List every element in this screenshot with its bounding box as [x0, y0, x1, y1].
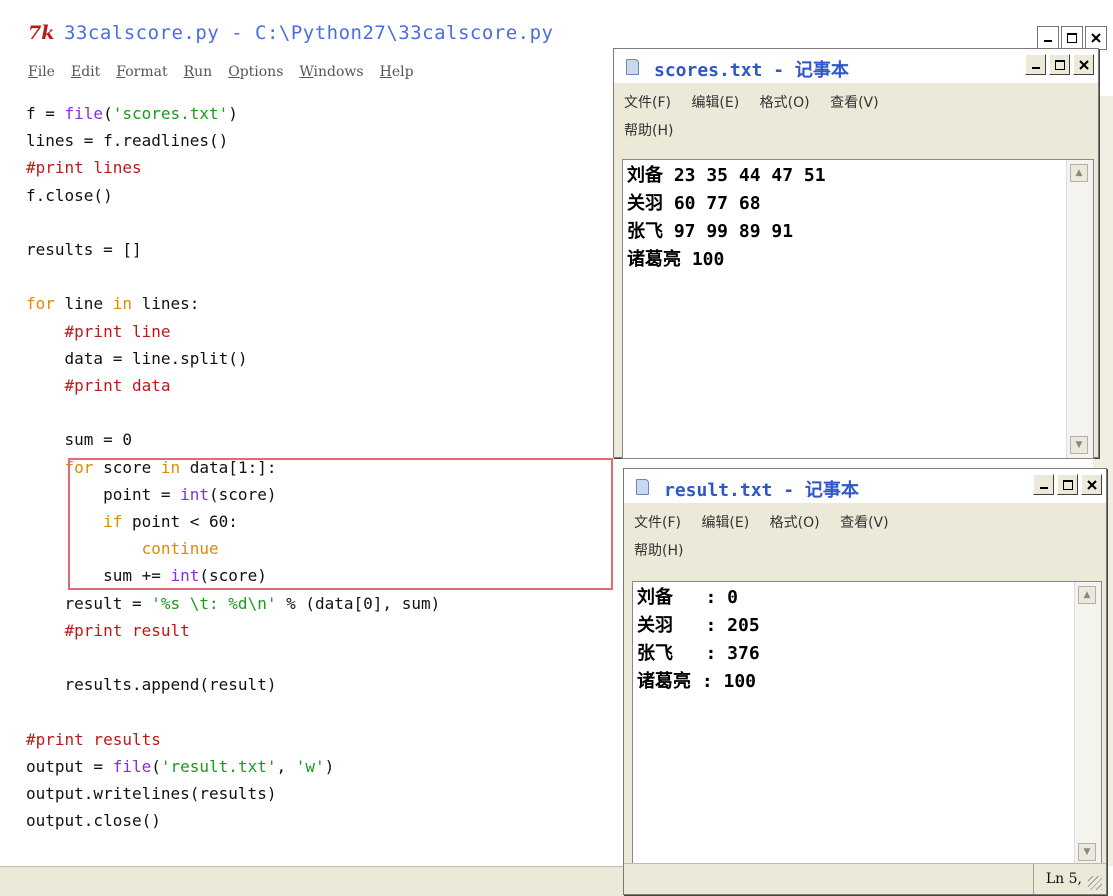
code-line: output.writelines(results) [26, 784, 277, 804]
notepad-icon [636, 479, 649, 495]
close-icon[interactable] [1081, 474, 1102, 495]
text-line: 关羽 : 205 [637, 615, 760, 636]
result-status-bar: Ln 5, [624, 863, 1106, 894]
scores-title-bar[interactable]: scores.txt - 记事本 [614, 49, 1098, 83]
code-line: #print line [64, 321, 171, 341]
maximize-icon[interactable] [1049, 54, 1070, 75]
menu-help[interactable]: Help [380, 64, 414, 90]
code-line: #print result [64, 620, 190, 640]
menu-file[interactable]: 文件(F) [634, 515, 681, 531]
scroll-up-icon[interactable]: ▲ [1078, 586, 1096, 604]
idle-app-icon: 7k [28, 22, 55, 44]
menu-help[interactable]: 帮助(H) [624, 123, 673, 139]
menu-view[interactable]: 查看(V) [830, 95, 879, 111]
scores-notepad-window: scores.txt - 记事本 文件(F) 编辑(E) 格式(O) 查看(V)… [613, 48, 1099, 459]
resize-grip-icon[interactable] [1088, 876, 1102, 890]
scroll-up-icon[interactable]: ▲ [1070, 164, 1088, 182]
cursor-position: Ln 5, [1032, 864, 1082, 894]
close-icon[interactable] [1073, 54, 1094, 75]
code-line: f = file('scores.txt') [26, 104, 238, 123]
highlight-box [68, 458, 613, 590]
scroll-down-icon[interactable]: ▼ [1078, 843, 1096, 861]
maximize-icon[interactable] [1057, 474, 1078, 495]
result-title-bar[interactable]: result.txt - 记事本 [624, 469, 1106, 503]
idle-menu-bar: File Edit Format Run Options Windows Hel… [28, 64, 430, 90]
text-line: 刘备 : 0 [637, 587, 739, 608]
menu-format[interactable]: Format [116, 64, 167, 90]
code-line: output = file('result.txt', 'w') [26, 756, 335, 776]
vertical-scrollbar[interactable]: ▲ ▼ [1074, 582, 1101, 865]
code-line: sum = 0 [26, 430, 132, 450]
menu-run[interactable]: Run [184, 64, 213, 90]
result-window-title: result.txt - 记事本 [664, 480, 859, 501]
idle-window-controls [1035, 26, 1107, 50]
text-line: 诸葛亮 100 [627, 249, 725, 270]
code-line: results.append(result) [26, 675, 277, 695]
code-line: #print lines [26, 158, 142, 178]
scores-menu-bar: 文件(F) 编辑(E) 格式(O) 查看(V) 帮助(H) [624, 89, 1088, 145]
menu-format[interactable]: 格式(O) [770, 515, 820, 531]
code-line: for line in lines: [26, 294, 200, 314]
result-menu-bar: 文件(F) 编辑(E) 格式(O) 查看(V) 帮助(H) [634, 509, 1096, 565]
idle-status-bar [0, 866, 630, 896]
text-line: 关羽 60 77 68 [627, 193, 761, 214]
text-line: 刘备 23 35 44 47 51 [627, 165, 826, 186]
text-line: 张飞 : 376 [637, 643, 760, 664]
minimize-icon[interactable] [1025, 54, 1046, 75]
result-window-controls [1030, 474, 1102, 495]
minimize-icon[interactable] [1037, 26, 1059, 50]
maximize-icon[interactable] [1061, 26, 1083, 50]
menu-edit[interactable]: 编辑(E) [691, 95, 739, 111]
code-line: lines = f.readlines() [26, 131, 229, 151]
menu-edit[interactable]: Edit [71, 64, 100, 90]
scores-text-area[interactable]: 刘备 23 35 44 47 51 关羽 60 77 68 张飞 97 99 8… [622, 159, 1094, 459]
minimize-icon[interactable] [1033, 474, 1054, 495]
notepad-icon [626, 59, 639, 75]
menu-file[interactable]: 文件(F) [624, 95, 671, 111]
menu-format[interactable]: 格式(O) [760, 95, 810, 111]
result-notepad-window: result.txt - 记事本 文件(F) 编辑(E) 格式(O) 查看(V)… [623, 468, 1107, 895]
scores-window-title: scores.txt - 记事本 [654, 60, 849, 81]
menu-help[interactable]: 帮助(H) [634, 543, 683, 559]
code-line: #print results [26, 729, 161, 749]
scroll-down-icon[interactable]: ▼ [1070, 436, 1088, 454]
vertical-scrollbar[interactable]: ▲ ▼ [1066, 160, 1093, 458]
menu-view[interactable]: 查看(V) [840, 515, 889, 531]
code-line: data = line.split() [26, 348, 248, 368]
code-line: result = '%s \t: %d\n' % (data[0], sum) [26, 593, 441, 613]
idle-window-title: 33calscore.py - C:\Python27\33calscore.p… [64, 22, 554, 44]
menu-windows[interactable]: Windows [299, 64, 363, 90]
text-line: 张飞 97 99 89 91 [627, 221, 794, 242]
close-icon[interactable] [1085, 26, 1107, 50]
result-text-area[interactable]: 刘备 : 0 关羽 : 205 张飞 : 376 诸葛亮 : 100 ▲ ▼ [632, 581, 1102, 866]
menu-options[interactable]: Options [228, 64, 283, 90]
text-line: 诸葛亮 : 100 [637, 671, 757, 692]
menu-edit[interactable]: 编辑(E) [701, 515, 749, 531]
code-line: output.close() [26, 811, 161, 831]
code-line: #print data [64, 376, 171, 396]
scores-window-controls [1022, 54, 1094, 75]
menu-file[interactable]: File [28, 64, 55, 90]
code-line: f.close() [26, 185, 113, 205]
code-line: results = [] [26, 240, 142, 260]
